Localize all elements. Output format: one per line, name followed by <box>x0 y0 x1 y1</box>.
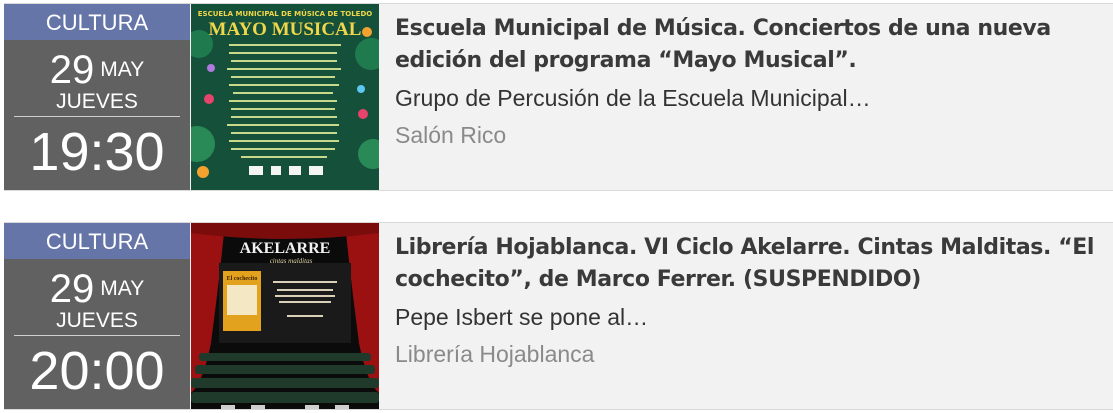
weekday-label: JUEVES <box>56 309 138 332</box>
day-number: 29 <box>49 267 95 311</box>
divider <box>14 335 180 336</box>
event-venue: Librería Hojablanca <box>395 341 595 367</box>
event-card[interactable]: CULTURA 29 MAY JUEVES 19:30 ESCUELA MUNIC… <box>4 3 1113 191</box>
poster-heading: AKELARRE <box>240 240 331 257</box>
event-card[interactable]: CULTURA 29 MAY JUEVES 20:00 AKELARRE cint… <box>4 222 1113 410</box>
event-description: Grupo de Percusión de la Escuela Municip… <box>395 85 871 111</box>
date-box: CULTURA 29 MAY JUEVES 20:00 <box>4 223 190 409</box>
mayo-musical-poster-image: ESCUELA MUNICIPAL DE MÚSICA DE TOLEDO MA… <box>191 4 379 190</box>
event-thumbnail[interactable]: AKELARRE cintas malditas El cochecito <box>191 223 379 409</box>
event-info: Librería Hojablanca. VI Ciclo Akelarre. … <box>395 223 1103 369</box>
day-number: 29 <box>49 48 95 92</box>
event-info: Escuela Municipal de Música. Conciertos … <box>395 4 1103 150</box>
category-badge: CULTURA <box>4 223 190 259</box>
poster-film-title: El cochecito <box>227 276 258 282</box>
category-badge: CULTURA <box>4 4 190 40</box>
event-time: 19:30 <box>29 122 165 182</box>
akelarre-poster-image: AKELARRE cintas malditas El cochecito <box>191 223 379 409</box>
poster-small-heading: ESCUELA MUNICIPAL DE MÚSICA DE TOLEDO <box>198 9 373 18</box>
weekday-label: JUEVES <box>56 90 138 113</box>
event-thumbnail[interactable]: ESCUELA MUNICIPAL DE MÚSICA DE TOLEDO MA… <box>191 4 379 190</box>
divider <box>14 116 180 117</box>
date-box: CULTURA 29 MAY JUEVES 19:30 <box>4 4 190 190</box>
poster-subheading: cintas malditas <box>270 257 313 265</box>
event-title[interactable]: Librería Hojablanca. VI Ciclo Akelarre. … <box>395 232 1103 296</box>
event-time: 20:00 <box>29 341 165 401</box>
event-description: Pepe Isbert se pone al… <box>395 304 649 330</box>
event-date: 29 MAY <box>4 50 190 90</box>
poster-heading: MAYO MUSICAL <box>209 19 362 40</box>
month-label: MAY <box>100 277 145 300</box>
month-label: MAY <box>100 58 145 81</box>
event-venue: Salón Rico <box>395 122 507 148</box>
event-date: 29 MAY <box>4 269 190 309</box>
event-title[interactable]: Escuela Municipal de Música. Conciertos … <box>395 13 1103 77</box>
